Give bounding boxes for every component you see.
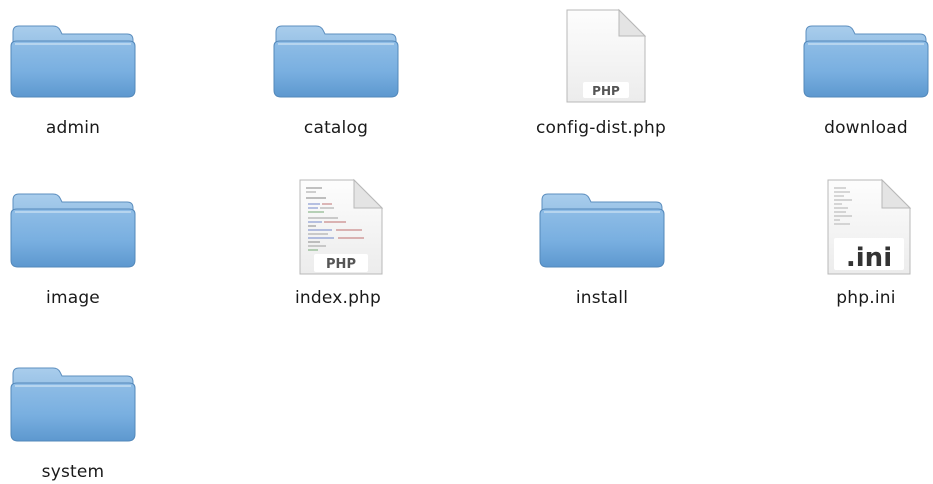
php-file-icon: PHP — [566, 8, 647, 103]
folder-icon — [10, 25, 136, 98]
file-label: php.ini — [836, 288, 896, 308]
folder-icon — [10, 367, 136, 442]
file-label: config-dist.php — [536, 118, 666, 138]
php-file-icon: PHP — [299, 178, 384, 275]
ini-file-icon: .ini — [827, 178, 912, 275]
file-label: image — [46, 288, 100, 308]
file-label: admin — [45, 118, 101, 138]
folder-icon — [803, 25, 929, 98]
file-label: index.php — [294, 288, 382, 308]
file-label: install — [575, 288, 629, 308]
php-badge-text: PHP — [326, 257, 356, 272]
php-badge-text: PHP — [592, 84, 620, 98]
file-label: catalog — [303, 118, 369, 138]
folder-icon — [273, 25, 399, 98]
ini-badge-text: .ini — [846, 243, 892, 273]
file-label: system — [41, 462, 105, 482]
folder-icon — [539, 193, 665, 268]
folder-icon — [10, 193, 136, 268]
file-label: download — [824, 118, 908, 138]
